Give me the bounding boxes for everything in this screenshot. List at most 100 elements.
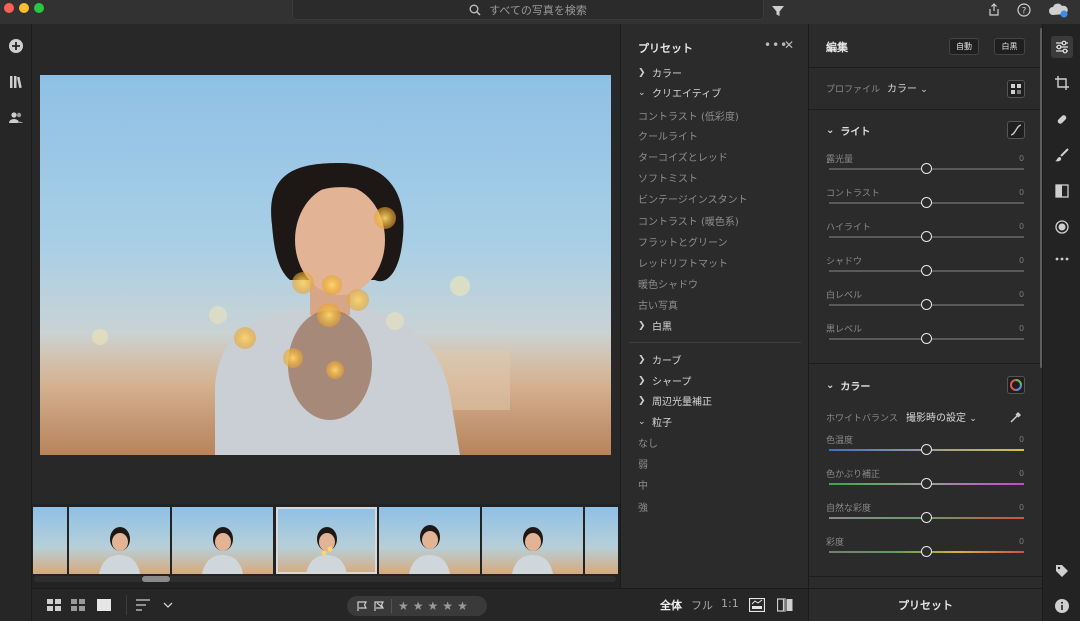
preset-group-bw[interactable]: ❯ 白黒 [638,318,672,334]
preset-group-curve[interactable]: ❯ カーブ [638,352,681,368]
search-input[interactable]: すべての写真を検索 [292,0,764,20]
profile-browser-icon[interactable] [1007,80,1025,98]
pick-flag-icon[interactable] [357,597,368,616]
star-icon[interactable]: ★ [457,599,468,613]
preset-group-vignette[interactable]: ❯ 周辺光量補正 [638,393,712,409]
slider-knob[interactable] [921,546,932,557]
library-icon[interactable] [4,70,28,94]
radial-gradient-icon[interactable] [1051,216,1073,238]
brush-icon[interactable] [1051,144,1073,166]
star-icon[interactable]: ★ [442,599,453,613]
preset-group-color[interactable]: ❯ カラー [638,65,682,81]
star-icon[interactable]: ★ [413,599,424,613]
star-icon[interactable]: ★ [398,599,409,613]
preset-group-creative[interactable]: ⌄ クリエイティブ [638,85,721,101]
slider-value[interactable]: 0 [1019,154,1024,163]
slider-knob[interactable] [921,163,932,174]
main-photo[interactable] [40,75,611,455]
preset-group-sharpen[interactable]: ❯ シャープ [638,373,691,389]
preset-item[interactable]: 古い写真 [638,297,678,312]
color-mixer-icon[interactable] [1007,376,1025,394]
slider-knob[interactable] [921,265,932,276]
close-window-button[interactable] [4,3,14,13]
bw-button[interactable]: 白黒 [994,38,1025,55]
preset-item[interactable]: ターコイズとレッド [638,149,728,164]
tag-icon[interactable] [1051,560,1073,582]
preset-item[interactable]: 強 [638,499,648,514]
zoom-window-button[interactable] [34,3,44,13]
chevron-down-icon[interactable] [160,597,176,613]
people-icon[interactable] [4,106,28,130]
star-icon[interactable]: ★ [428,599,439,613]
photo-grid-icon[interactable] [70,597,86,613]
filter-icon[interactable] [771,3,785,22]
slider-knob[interactable] [921,333,932,344]
slider-knob[interactable] [921,299,932,310]
share-icon[interactable] [986,2,1002,18]
edit-sliders-icon[interactable] [1051,36,1073,58]
add-photos-icon[interactable] [4,34,28,58]
auto-button[interactable]: 自動 [949,38,979,55]
slider-value[interactable]: 0 [1019,290,1024,299]
slider-knob[interactable] [921,231,932,242]
star-rating[interactable]: ★ ★ ★ ★ ★ [398,599,468,613]
slider-knob[interactable] [921,512,932,523]
slider-value[interactable]: 0 [1019,537,1024,546]
filmstrip-thumb-selected[interactable] [276,507,377,574]
slider-value[interactable]: 0 [1019,435,1024,444]
filmstrip-scroll-thumb[interactable] [142,576,170,582]
preset-item[interactable]: 中 [638,477,648,492]
slider-value[interactable]: 0 [1019,503,1024,512]
preset-item[interactable]: ソフトミスト [638,170,698,185]
presets-footer-button[interactable]: プリセット [808,588,1042,621]
light-section-header[interactable]: ⌄ ライト [826,123,870,138]
view-full-button[interactable]: フル [691,597,713,613]
preset-item[interactable]: コントラスト (暖色系) [638,213,739,228]
more-tools-icon[interactable] [1051,248,1073,270]
filmstrip-thumb[interactable] [33,507,67,574]
filmstrip-thumb[interactable] [69,507,170,574]
help-icon[interactable]: ? [1016,2,1032,18]
preset-item[interactable]: なし [638,435,658,450]
square-grid-icon[interactable] [46,597,62,613]
slider-value[interactable]: 0 [1019,256,1024,265]
slider-knob[interactable] [921,444,932,455]
cloud-sync-icon[interactable] [1048,2,1070,18]
preset-item[interactable]: コントラスト (低彩度) [638,108,739,123]
white-balance-dropdown[interactable]: 撮影時の設定 ⌄ [906,409,977,424]
slider-value[interactable]: 0 [1019,222,1024,231]
slider-knob[interactable] [921,197,932,208]
filmstrip-thumb[interactable] [379,507,480,574]
tone-curve-icon[interactable] [1007,121,1025,139]
filmstrip-thumb[interactable] [172,507,273,574]
preset-item[interactable]: クールライト [638,128,698,143]
crop-icon[interactable] [1051,72,1073,94]
preset-item[interactable]: レッドリフトマット [638,255,728,270]
color-section-header[interactable]: ⌄ カラー [826,378,870,393]
profile-dropdown[interactable]: カラー ⌄ [887,80,928,95]
sort-icon[interactable] [136,597,152,613]
preset-group-grain[interactable]: ⌄ 粒子 [638,414,672,430]
filmstrip-thumb[interactable] [482,507,583,574]
filmstrip-thumb[interactable] [585,507,618,574]
info-icon[interactable] [1051,595,1073,617]
healing-brush-icon[interactable] [1051,108,1073,130]
linear-gradient-icon[interactable] [1051,180,1073,202]
close-icon[interactable]: ✕ [784,38,794,52]
minimize-window-button[interactable] [19,3,29,13]
slider-value[interactable]: 0 [1019,188,1024,197]
detail-view-icon[interactable] [96,597,112,613]
eyedropper-icon[interactable] [1009,409,1023,428]
preset-item[interactable]: フラットとグリーン [638,234,728,249]
filmstrip-scrollbar[interactable] [34,576,616,582]
slider-value[interactable]: 0 [1019,324,1024,333]
preset-item[interactable]: 暖色シャドウ [638,276,698,291]
view-all-button[interactable]: 全体 [660,597,682,613]
before-after-icon[interactable] [777,597,793,613]
filmstrip-toggle-icon[interactable] [749,597,765,613]
slider-value[interactable]: 0 [1019,469,1024,478]
slider-knob[interactable] [921,478,932,489]
preset-item[interactable]: 弱 [638,456,648,471]
reject-flag-icon[interactable] [374,597,385,616]
view-1to1-button[interactable]: 1:1 [721,597,739,610]
